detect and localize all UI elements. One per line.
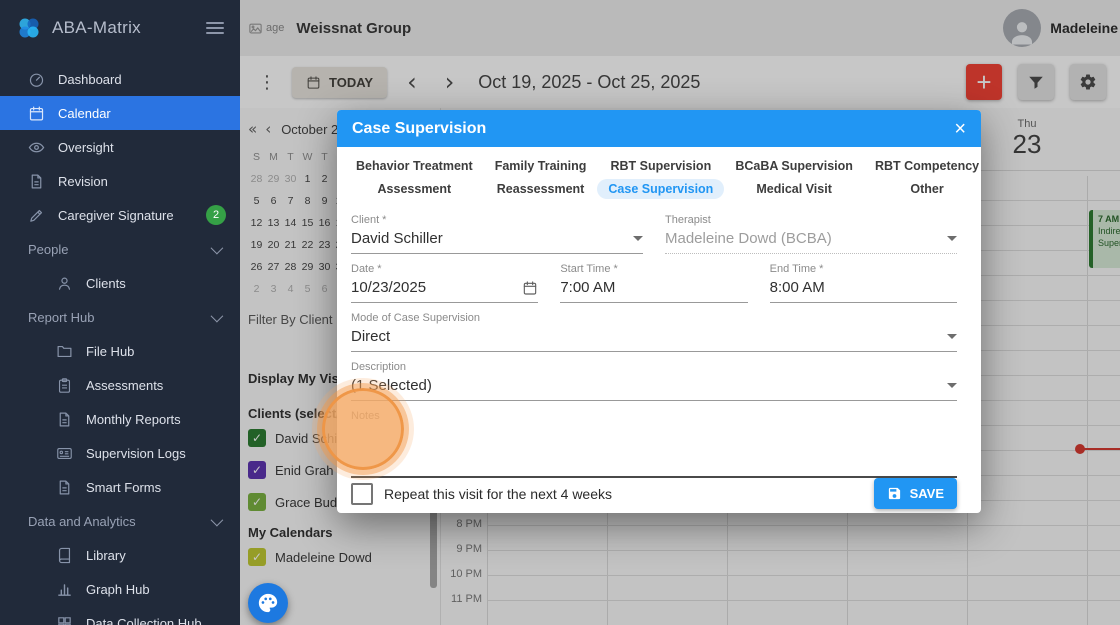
sidebar-item-assessments[interactable]: Assessments (0, 368, 240, 402)
sidebar-section-people[interactable]: People (0, 232, 240, 266)
palette-icon (257, 592, 279, 614)
chevron-down-icon (633, 236, 643, 241)
repeat-checkbox-label: Repeat this visit for the next 4 weeks (384, 486, 612, 502)
grid-icon (56, 615, 73, 625)
end-time-value: 8:00 AM (770, 279, 957, 296)
calendar-icon (28, 105, 45, 122)
id-card-icon (56, 445, 73, 462)
sidebar-item-library[interactable]: Library (0, 538, 240, 572)
book-icon (56, 547, 73, 564)
close-icon[interactable]: × (954, 119, 966, 139)
sidebar-item-data-collection-hub[interactable]: Data Collection Hub (0, 606, 240, 625)
dialog-body: Client * David Schiller Therapist Madele… (337, 201, 981, 513)
notes-field[interactable]: Notes (351, 410, 957, 478)
tab-behavior-treatment[interactable]: Behavior Treatment (345, 156, 484, 176)
sidebar-item-file-hub[interactable]: File Hub (0, 334, 240, 368)
tab-medical-visit[interactable]: Medical Visit (724, 179, 864, 199)
chevron-down-icon (947, 236, 957, 241)
tab-other[interactable]: Other (864, 179, 981, 199)
date-field-value: 10/23/2025 (351, 279, 522, 296)
tab-reassessment[interactable]: Reassessment (484, 179, 598, 199)
start-time-field[interactable]: Start Time * 7:00 AM (560, 263, 747, 303)
sidebar-menu: Dashboard Calendar Oversight Revision Ca… (0, 56, 240, 625)
description-field-label: Description (351, 361, 957, 373)
folder-icon (56, 343, 73, 360)
therapist-field-value: Madeleine Dowd (BCBA) (665, 230, 941, 247)
sidebar-item-dashboard[interactable]: Dashboard (0, 62, 240, 96)
chevron-down-icon (211, 513, 224, 526)
dialog-footer: Repeat this visit for the next 4 weeks S… (351, 478, 957, 513)
description-field-value: (1 Selected) (351, 377, 941, 394)
person-icon (56, 275, 73, 292)
menu-toggle-button[interactable] (206, 22, 224, 34)
tab-bcaba-supervision[interactable]: BCaBA Supervision (724, 156, 864, 176)
end-time-field[interactable]: End Time * 8:00 AM (770, 263, 957, 303)
notes-textarea[interactable] (351, 422, 957, 478)
clipboard-icon (56, 377, 73, 394)
mode-of-case-supervision-field[interactable]: Mode of Case Supervision Direct (351, 312, 957, 352)
tab-rbt-supervision[interactable]: RBT Supervision (597, 156, 724, 176)
therapist-field-label: Therapist (665, 214, 957, 226)
sidebar-item-graph-hub[interactable]: Graph Hub (0, 572, 240, 606)
start-time-value: 7:00 AM (560, 279, 747, 296)
sidebar-item-smart-forms[interactable]: Smart Forms (0, 470, 240, 504)
save-button[interactable]: SAVE (874, 478, 957, 509)
pen-icon (28, 207, 45, 224)
sidebar-item-oversight[interactable]: Oversight (0, 130, 240, 164)
sidebar-item-calendar[interactable]: Calendar (0, 96, 240, 130)
sidebar-section-data-and-analytics[interactable]: Data and Analytics (0, 504, 240, 538)
app-logo-icon (16, 15, 42, 41)
chevron-down-icon (211, 241, 224, 254)
therapist-field: Therapist Madeleine Dowd (BCBA) (665, 214, 957, 254)
chevron-down-icon (211, 309, 224, 322)
calendar-icon[interactable] (522, 280, 538, 296)
sidebar-item-monthly-reports[interactable]: Monthly Reports (0, 402, 240, 436)
chevron-down-icon (947, 334, 957, 339)
caregiver-signature-badge: 2 (206, 205, 226, 225)
start-time-label: Start Time * (560, 263, 747, 275)
dialog-header: Case Supervision × (337, 110, 981, 147)
date-field[interactable]: Date * 10/23/2025 (351, 263, 538, 303)
bar-chart-icon (56, 581, 73, 598)
mode-field-label: Mode of Case Supervision (351, 312, 957, 324)
mode-field-value: Direct (351, 328, 941, 345)
sidebar-item-caregiver-signature[interactable]: Caregiver Signature2 (0, 198, 240, 232)
visit-type-tabs: Behavior Treatment Family Training RBT S… (337, 147, 981, 201)
report-icon (56, 411, 73, 428)
app-window: ABA-Matrix Dashboard Calendar Oversight … (0, 0, 1120, 625)
document-icon (28, 173, 45, 190)
click-highlight (322, 388, 404, 470)
case-supervision-dialog: Case Supervision × Behavior Treatment Fa… (337, 110, 981, 513)
client-field-label: Client * (351, 214, 643, 226)
sidebar-item-clients[interactable]: Clients (0, 266, 240, 300)
app-title: ABA-Matrix (52, 18, 196, 38)
repeat-checkbox[interactable] (351, 483, 373, 505)
client-field[interactable]: Client * David Schiller (351, 214, 643, 254)
tab-rbt-competency[interactable]: RBT Competency (864, 156, 981, 176)
eye-icon (28, 139, 45, 156)
tab-assessment[interactable]: Assessment (345, 179, 484, 199)
tab-case-supervision[interactable]: Case Supervision (597, 179, 724, 199)
form-icon (56, 479, 73, 496)
client-field-value: David Schiller (351, 230, 627, 247)
dashboard-icon (28, 71, 45, 88)
save-icon (887, 486, 902, 501)
sidebar-item-revision[interactable]: Revision (0, 164, 240, 198)
sidebar: ABA-Matrix Dashboard Calendar Oversight … (0, 0, 240, 625)
dialog-title: Case Supervision (352, 120, 486, 138)
tab-family-training[interactable]: Family Training (484, 156, 598, 176)
sidebar-item-supervision-logs[interactable]: Supervision Logs (0, 436, 240, 470)
date-field-label: Date * (351, 263, 538, 275)
chevron-down-icon (947, 383, 957, 388)
sidebar-section-report-hub[interactable]: Report Hub (0, 300, 240, 334)
notes-field-label: Notes (351, 410, 957, 422)
description-field[interactable]: Description (1 Selected) (351, 361, 957, 401)
theme-palette-fab[interactable] (248, 583, 288, 623)
end-time-label: End Time * (770, 263, 957, 275)
sidebar-header: ABA-Matrix (0, 0, 240, 56)
